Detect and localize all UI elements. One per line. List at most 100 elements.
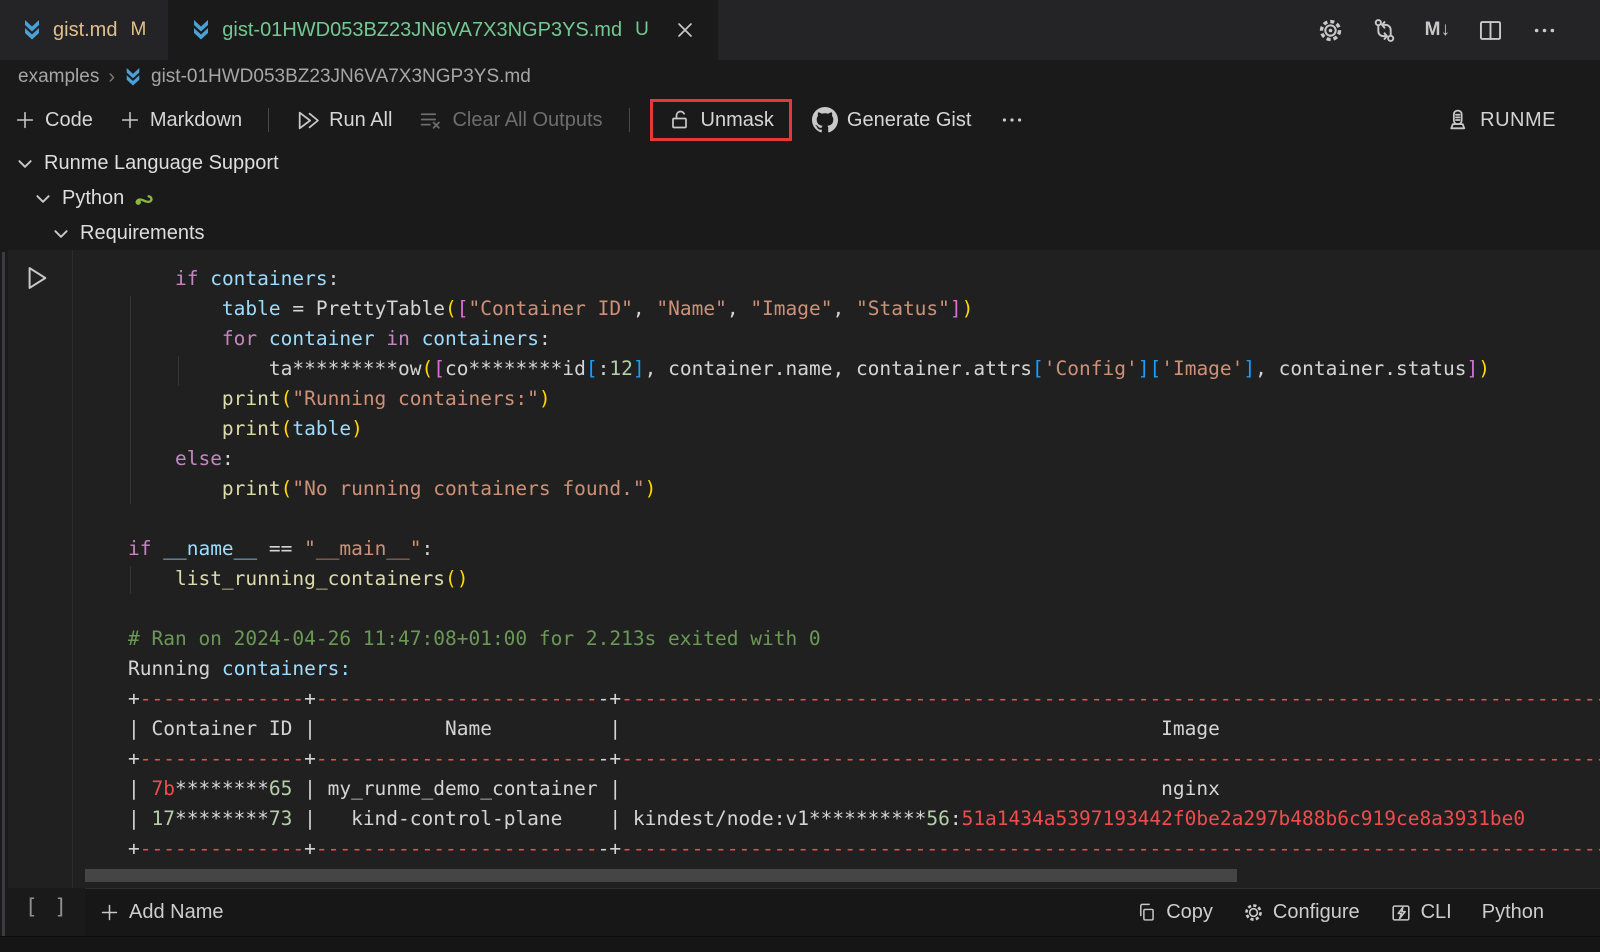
markdown-file-icon [191,19,211,41]
code-line: else: [128,444,1600,474]
chevron-down-icon [52,225,70,243]
tab-label: gist.md [53,19,117,42]
cli-icon [1390,902,1412,924]
code-line: print(table) [128,414,1600,444]
tree-item-requirements[interactable]: Requirements [0,216,1600,251]
run-all-icon [295,108,320,133]
runme-label: RUNME [1480,109,1556,132]
split-editor-icon[interactable] [1477,17,1504,44]
breadcrumb-folder[interactable]: examples [18,66,99,88]
copy-label: Copy [1166,901,1213,924]
cell-output: # Ran on 2024-04-26 11:47:08+01:00 for 2… [128,624,1600,864]
plus-icon [99,902,120,923]
code-line: for container in containers: [128,324,1600,354]
more-actions-icon[interactable] [999,107,1025,133]
tab-modified-badge: M [130,19,146,41]
generate-gist-button[interactable]: Generate Gist [812,107,972,133]
snake-emoji-icon [134,190,156,208]
add-markdown-cell-button[interactable]: Markdown [119,109,242,132]
run-all-label: Run All [329,109,392,132]
breadcrumb-file[interactable]: gist-01HWD053BZ23JN6VA7X3NGP3YS.md [151,66,531,88]
notebook-toolbar: Code Markdown Run All Clear All Outputs … [0,94,1600,146]
close-tab-icon[interactable] [674,19,696,41]
code-line: +--------------+------------------------… [128,744,1600,774]
git-compare-icon[interactable] [1371,17,1398,44]
code-line: table = PrettyTable(["Container ID", "Na… [128,294,1600,324]
chevron-down-icon [34,190,52,208]
window-bottom-edge [0,936,1600,952]
code-line: | 7b********65 | my_runme_demo_container… [128,774,1600,804]
cell-brackets-indicator: [ ] [25,895,69,919]
markdown-file-icon [22,19,42,41]
tab-bar: gist.md M gist-01HWD053BZ23JN6VA7X3NGP3Y… [0,0,1600,60]
outline-tree: Runme Language Support Python Requiremen… [0,146,1600,251]
plus-icon [119,109,141,131]
cli-label: CLI [1421,901,1452,924]
chevron-down-icon [16,155,34,173]
breadcrumb: examples › gist-01HWD053BZ23JN6VA7X3NGP3… [0,60,1600,94]
horizontal-scrollbar[interactable] [85,869,1237,882]
run-all-button[interactable]: Run All [295,108,392,133]
tree-item-python[interactable]: Python [0,181,1600,216]
add-name-button[interactable]: Add Name [99,901,224,924]
code-line: if __name__ == "__main__": [128,534,1600,564]
code-line: print("No running containers found.") [128,474,1600,504]
generate-gist-label: Generate Gist [847,109,972,132]
code-line: Running containers: [128,654,1600,684]
cli-button[interactable]: CLI [1390,901,1452,924]
tab-label: gist-01HWD053BZ23JN6VA7X3NGP3YS.md [222,19,622,42]
github-icon [812,107,838,133]
tree-item-runme-language-support[interactable]: Runme Language Support [0,146,1600,181]
clear-all-outputs-button[interactable]: Clear All Outputs [418,108,602,133]
toolbar-divider [268,108,269,132]
copy-button[interactable]: Copy [1136,901,1213,924]
tab-untracked-badge: U [635,19,649,41]
add-name-label: Add Name [129,901,224,924]
toolbar-divider [629,108,630,132]
indent-guide [178,356,179,386]
tree-item-label: Runme Language Support [44,152,279,175]
code-line: list_running_containers() [128,564,1600,594]
code-line: | 17********73 | kind-control-plane | ki… [128,804,1600,834]
code-line: print("Running containers:") [128,384,1600,414]
code-line: ta*********ow([co********id[:12], contai… [128,354,1600,384]
code-line: +--------------+------------------------… [128,684,1600,714]
runme-logo-icon [1445,108,1470,133]
runme-brand: RUNME [1445,108,1600,133]
cell-focus-indicator [2,252,5,936]
tree-item-label: Requirements [80,222,205,245]
markdown-file-icon [124,67,142,87]
unlock-icon [668,108,692,132]
unmask-button[interactable]: Unmask [650,99,792,141]
code-line: if containers: [128,264,1600,294]
clear-all-label: Clear All Outputs [452,109,602,132]
settings-gear-icon[interactable] [1317,17,1344,44]
more-actions-icon[interactable] [1531,17,1558,44]
cell-language-indicator[interactable]: Python [1482,901,1544,924]
code-editor[interactable]: if containers: table = PrettyTable(["Con… [73,250,1600,870]
gear-icon [1243,902,1264,923]
indent-guide [130,566,131,594]
indent-guide [130,296,131,504]
unmask-label: Unmask [701,109,774,132]
markdown-preview-icon[interactable]: M↓ [1425,19,1450,41]
code-line: | Container ID | Name | Image [128,714,1600,744]
configure-button[interactable]: Configure [1243,901,1360,924]
tab-gist-md[interactable]: gist.md M [0,0,169,60]
editor-actions: M↓ [1317,0,1600,60]
code-line [128,504,1600,534]
code-line: +--------------+------------------------… [128,834,1600,864]
add-code-cell-button[interactable]: Code [14,109,93,132]
tree-item-label: Python [62,187,124,210]
clear-outputs-icon [418,108,443,133]
plus-icon [14,109,36,131]
tab-gist-long-md[interactable]: gist-01HWD053BZ23JN6VA7X3NGP3YS.md U [169,0,718,60]
code-line: # Ran on 2024-04-26 11:47:08+01:00 for 2… [128,624,1600,654]
breadcrumb-separator: › [108,66,115,89]
cell-footer-bar: Add Name Copy Configure CLI Python [85,888,1600,936]
add-markdown-label: Markdown [150,109,242,132]
configure-label: Configure [1273,901,1360,924]
code-lines: if containers: table = PrettyTable(["Con… [128,264,1600,594]
copy-icon [1136,902,1157,923]
run-cell-button[interactable] [22,264,50,292]
